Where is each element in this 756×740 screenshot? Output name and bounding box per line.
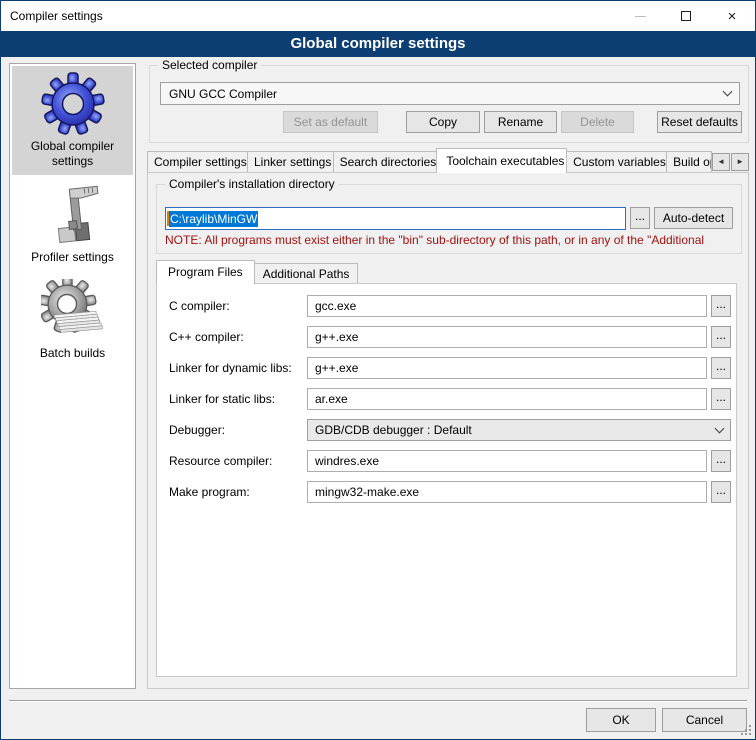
c-compiler-row: C compiler: gcc.exe ... [169,295,736,317]
window-title: Compiler settings [1,9,103,23]
field-value: ar.exe [315,392,348,406]
debugger-select[interactable]: GDB/CDB debugger : Default [307,419,731,441]
selected-compiler-group: Selected compiler GNU GCC Compiler Set a… [149,65,749,143]
maximize-icon [681,11,691,21]
resource-compiler-input[interactable]: windres.exe [307,450,707,472]
sidebar-item-label: Profiler settings [14,250,131,265]
minimize-button[interactable] [617,1,663,31]
browse-directory-button[interactable]: ... [630,207,650,229]
compiler-select[interactable]: GNU GCC Compiler [160,82,740,105]
chevron-down-icon [715,423,725,433]
close-icon: × [728,9,737,24]
footer-divider [9,700,747,702]
program-files-tab-bar: Program Files Additional Paths [156,260,357,284]
field-value: g++.exe [315,361,358,375]
tab-search-directories[interactable]: Search directories [333,151,438,173]
resource-compiler-row: Resource compiler: windres.exe ... [169,450,736,472]
copy-button[interactable]: Copy [406,111,480,133]
caliper-icon [41,183,105,247]
group-label: Compiler's installation directory [165,177,339,191]
settings-tab-bar: Compiler settings Linker settings Search… [147,148,749,173]
sidebar-item-global-compiler-settings[interactable]: Global compiler settings [12,66,133,175]
bin-subdirectory-note: NOTE: All programs must exist either in … [165,233,739,247]
field-label: Linker for dynamic libs: [169,361,307,375]
tab-linker-settings[interactable]: Linker settings [247,151,334,173]
browse-dynamic-linker-button[interactable]: ... [711,357,731,379]
title-bar[interactable]: Compiler settings × [1,1,755,31]
tab-scroll-left-icon[interactable]: ◄ [712,153,730,171]
browse-make-program-button[interactable]: ... [711,481,731,503]
window-controls: × [617,1,755,31]
field-value: gcc.exe [315,299,356,313]
cancel-button[interactable]: Cancel [662,708,747,732]
browse-resource-compiler-button[interactable]: ... [711,450,731,472]
sidebar-item-batch-builds[interactable]: Batch builds [12,273,133,367]
installation-directory-value: C:\raylib\MinGW [169,211,258,227]
field-label: C compiler: [169,299,307,313]
dynamic-linker-row: Linker for dynamic libs: g++.exe ... [169,357,736,379]
debugger-row: Debugger: GDB/CDB debugger : Default [169,419,736,441]
group-label: Selected compiler [158,58,261,72]
compiler-settings-dialog: Compiler settings × Global compiler sett… [0,0,756,740]
field-label: Debugger: [169,423,307,437]
page-title: Global compiler settings [1,31,755,57]
field-label: Make program: [169,485,307,499]
minimize-icon [635,16,646,17]
c-compiler-input[interactable]: gcc.exe [307,295,707,317]
tab-build-options[interactable]: Build options [666,151,712,173]
installation-directory-group: Compiler's installation directory C:\ray… [156,184,742,254]
compiler-select-value: GNU GCC Compiler [169,87,724,101]
field-value: g++.exe [315,330,358,344]
settings-category-list: Global compiler settings Profiler settin… [9,63,136,689]
chevron-down-icon [723,87,733,97]
close-button[interactable]: × [709,1,755,31]
installation-directory-row: C:\raylib\MinGW ... Auto-detect [165,207,733,230]
reset-defaults-button[interactable]: Reset defaults [657,111,742,133]
make-program-input[interactable]: mingw32-make.exe [307,481,707,503]
rename-button[interactable]: Rename [484,111,557,133]
browse-static-linker-button[interactable]: ... [711,388,731,410]
cpp-compiler-input[interactable]: g++.exe [307,326,707,348]
static-linker-row: Linker for static libs: ar.exe ... [169,388,736,410]
tab-additional-paths[interactable]: Additional Paths [254,263,359,284]
cpp-compiler-row: C++ compiler: g++.exe ... [169,326,736,348]
sidebar-item-label: Batch builds [14,346,131,361]
browse-c-compiler-button[interactable]: ... [711,295,731,317]
debugger-select-value: GDB/CDB debugger : Default [315,423,716,437]
sidebar-item-profiler-settings[interactable]: Profiler settings [12,177,133,271]
tab-custom-variables[interactable]: Custom variables [566,151,667,173]
field-value: mingw32-make.exe [315,485,419,499]
blue-gear-icon [41,72,105,136]
static-linker-input[interactable]: ar.exe [307,388,707,410]
resize-grip[interactable] [741,725,753,737]
delete-button: Delete [561,111,634,133]
dynamic-linker-input[interactable]: g++.exe [307,357,707,379]
program-files-panel: C compiler: gcc.exe ... C++ compiler: g+… [156,283,737,677]
field-value: windres.exe [315,454,379,468]
tab-scroll-right-icon[interactable]: ► [731,153,749,171]
installation-directory-input[interactable]: C:\raylib\MinGW [165,207,626,230]
set-as-default-button: Set as default [283,111,378,133]
tab-toolchain-executables[interactable]: Toolchain executables [436,148,567,173]
maximize-button[interactable] [663,1,709,31]
ok-button[interactable]: OK [586,708,656,732]
field-label: Resource compiler: [169,454,307,468]
compiler-buttons-row: Set as default Copy Rename Delete Reset … [150,111,748,133]
browse-cpp-compiler-button[interactable]: ... [711,326,731,348]
make-program-row: Make program: mingw32-make.exe ... [169,481,736,503]
auto-detect-button[interactable]: Auto-detect [654,207,733,229]
toolchain-executables-panel: Compiler's installation directory C:\ray… [147,172,749,689]
sidebar-item-label: Global compiler settings [14,139,131,169]
tab-program-files[interactable]: Program Files [156,260,255,284]
gray-gear-stack-icon [41,279,105,343]
field-label: Linker for static libs: [169,392,307,406]
field-label: C++ compiler: [169,330,307,344]
tab-compiler-settings[interactable]: Compiler settings [147,151,248,173]
